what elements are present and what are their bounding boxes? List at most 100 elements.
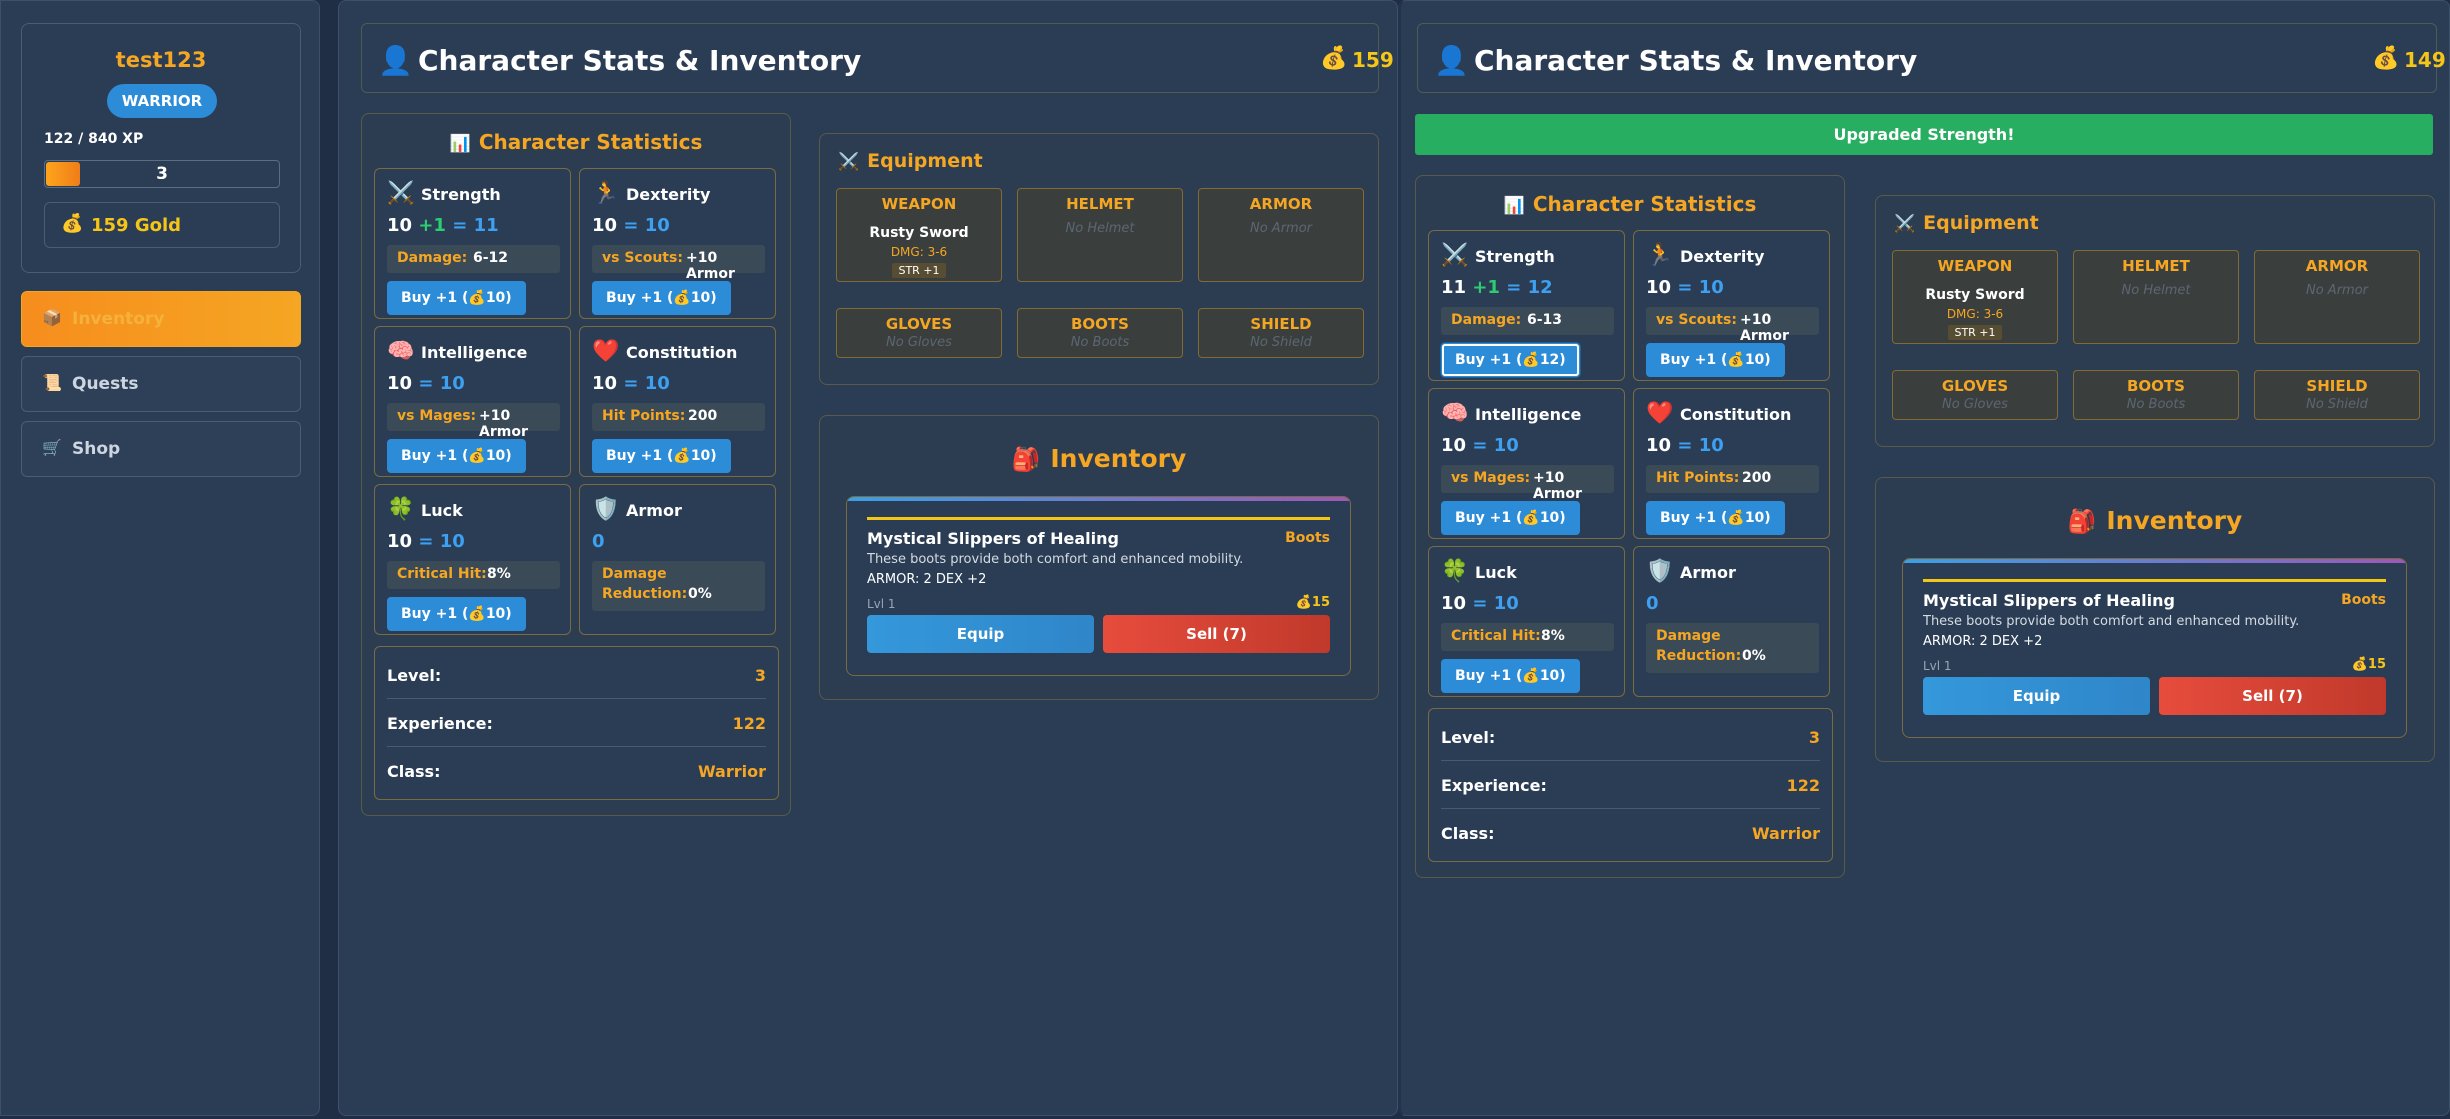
buy-dexterity-button[interactable]: Buy +1 (💰10) [592, 281, 731, 315]
stat-card-strength: ⚔️ Strength 10 +1 = 11 Damage: 6-12 Buy +… [374, 168, 571, 319]
slot-gloves[interactable]: GLOVES No Gloves [836, 308, 1002, 358]
stat-card-luck: 🍀 Luck 10 = 10 Critical Hit: 8% Buy +1 (💰… [374, 484, 571, 635]
stat-value: 10 = 10 [592, 215, 670, 236]
stat-name: Dexterity [626, 185, 711, 204]
slot-helmet[interactable]: HELMET No Helmet [1017, 188, 1183, 282]
nav-shop[interactable]: 🛒 Shop [21, 421, 301, 477]
detail-label: vs Mages: [397, 408, 477, 424]
stats-title: 📊 Character Statistics [362, 130, 790, 154]
summary-label: Class: [387, 762, 441, 781]
stat-value: 10 = 10 [387, 531, 465, 552]
page-title: Character Stats & Inventory [1474, 44, 1918, 77]
slot-empty-text: No Helmet [2121, 283, 2191, 298]
stat-card-constitution: ❤️ Constitution 10 = 10 Hit Points: 200 B… [1633, 388, 1830, 539]
nav-inventory[interactable]: 📦 Inventory [21, 291, 301, 347]
slot-item-damage: DMG: 3-6 [890, 245, 948, 259]
detail-value: 200 [688, 408, 718, 424]
detail-value: 6-13 [1527, 312, 1563, 328]
slot-empty-text: No Gloves [1942, 397, 2008, 412]
slot-empty-text: No Armor [2305, 283, 2368, 298]
cart-icon: 🛒 [42, 438, 62, 457]
summary-class: Class: Warrior [387, 747, 766, 795]
item-description: These boots provide both comfort and enh… [1923, 614, 2300, 629]
profile-card: test123 WARRIOR 122 / 840 XP 3 💰 159 Gol… [21, 23, 301, 273]
sell-button[interactable]: Sell (7) [1103, 615, 1330, 653]
slot-empty-text: No Boots [2126, 397, 2186, 412]
summary-label: Level: [1441, 728, 1496, 747]
sell-button[interactable]: Sell (7) [2159, 677, 2386, 715]
slot-weapon[interactable]: WEAPON Rusty Sword DMG: 3-6 STR +1 [836, 188, 1002, 282]
slot-label: HELMET [2122, 257, 2190, 275]
slot-boots[interactable]: BOOTS No Boots [2073, 370, 2239, 420]
equip-button[interactable]: Equip [867, 615, 1094, 653]
slot-gloves[interactable]: GLOVES No Gloves [1892, 370, 2058, 420]
equip-button[interactable]: Equip [1923, 677, 2150, 715]
buy-luck-button[interactable]: Buy +1 (💰10) [1441, 659, 1580, 693]
slot-label: ARMOR [2305, 257, 2369, 275]
stat-detail: Hit Points: 200 [592, 403, 765, 431]
buy-intelligence-button[interactable]: Buy +1 (💰10) [1441, 501, 1580, 535]
nav-quests[interactable]: 📜 Quests [21, 356, 301, 412]
runner-icon: 🏃 [1646, 243, 1674, 268]
stat-base: 10 [1441, 593, 1467, 614]
detail-label: Damage: [397, 250, 468, 266]
slot-armor[interactable]: ARMOR No Armor [2254, 250, 2420, 344]
gold-amount: 149 [2404, 48, 2446, 72]
stat-detail: Hit Points: 200 [1646, 465, 1819, 493]
stat-detail: Critical Hit: 8% [387, 561, 560, 589]
backpack-icon: 🎒 [1011, 447, 1041, 473]
slot-weapon[interactable]: WEAPON Rusty Sword DMG: 3-6 STR +1 [1892, 250, 2058, 344]
stat-total: = 10 [623, 373, 670, 394]
detail-label: vs Scouts: [1656, 312, 1737, 328]
page-title: Character Stats & Inventory [418, 44, 862, 77]
stat-value: 0 [592, 531, 605, 552]
scroll-icon: 📜 [42, 373, 62, 392]
buy-dexterity-button[interactable]: Buy +1 (💰10) [1646, 343, 1785, 377]
summary-label: Class: [1441, 824, 1495, 843]
slot-shield[interactable]: SHIELD No Shield [2254, 370, 2420, 420]
buy-constitution-button[interactable]: Buy +1 (💰10) [592, 439, 731, 473]
detail-label: Hit Points: [1656, 470, 1740, 486]
summary-experience: Experience: 122 [387, 699, 766, 747]
detail-value: 8% [487, 566, 511, 582]
nav-label: Shop [72, 439, 121, 459]
item-stats: ARMOR: 2 DEX +2 [867, 572, 987, 587]
bar-chart-icon: 📊 [449, 134, 471, 154]
item-divider [1923, 579, 2386, 582]
slot-boots[interactable]: BOOTS No Boots [1017, 308, 1183, 358]
stat-total: = 10 [418, 373, 465, 394]
item-price: 💰15 [1295, 595, 1330, 610]
buy-luck-button[interactable]: Buy +1 (💰10) [387, 597, 526, 631]
stat-value: 10 = 10 [1646, 435, 1724, 456]
stat-value: 10 = 10 [1441, 435, 1519, 456]
inventory-title-text: Inventory [2106, 506, 2243, 535]
sidebar: test123 WARRIOR 122 / 840 XP 3 💰 159 Gol… [0, 0, 320, 1116]
username: test123 [115, 48, 207, 72]
character-statistics: 📊 Character Statistics ⚔️ Strength 11 +1 … [1415, 175, 1845, 878]
stat-detail: Damage Reduction: 0% [1646, 623, 1819, 673]
detail-value: 200 [1742, 470, 1772, 486]
stat-detail: Damage Reduction: 0% [592, 561, 765, 611]
summary-label: Experience: [1441, 776, 1547, 795]
slot-armor[interactable]: ARMOR No Armor [1198, 188, 1364, 282]
inventory-panel: 🎒 Inventory Mystical Slippers of Healing … [819, 415, 1379, 700]
buy-intelligence-button[interactable]: Buy +1 (💰10) [387, 439, 526, 473]
stat-base: 10 [387, 373, 413, 394]
slot-shield[interactable]: SHIELD No Shield [1198, 308, 1364, 358]
detail-value: 0% [1742, 648, 1766, 664]
buy-constitution-button[interactable]: Buy +1 (💰10) [1646, 501, 1785, 535]
buy-strength-button[interactable]: Buy +1 (💰12) [1441, 343, 1580, 377]
stat-total: = 11 [452, 215, 499, 236]
detail-label: Damage: [1451, 312, 1522, 328]
slot-empty-text: No Shield [2306, 397, 2368, 412]
inventory-item: Mystical Slippers of Healing Boots These… [1902, 558, 2407, 738]
heart-icon: ❤️ [592, 339, 620, 364]
buy-strength-button[interactable]: Buy +1 (💰10) [387, 281, 526, 315]
stat-card-luck: 🍀 Luck 10 = 10 Critical Hit: 8% Buy +1 (💰… [1428, 546, 1625, 697]
slot-empty-text: No Gloves [886, 335, 952, 350]
equipment-panel: ⚔️ Equipment WEAPON Rusty Sword DMG: 3-6 … [819, 133, 1379, 385]
slot-label: SHIELD [2306, 377, 2368, 395]
summary-level: Level: 3 [387, 651, 766, 699]
stat-card-intelligence: 🧠 Intelligence 10 = 10 vs Mages: +10 Armo… [374, 326, 571, 477]
slot-helmet[interactable]: HELMET No Helmet [2073, 250, 2239, 344]
